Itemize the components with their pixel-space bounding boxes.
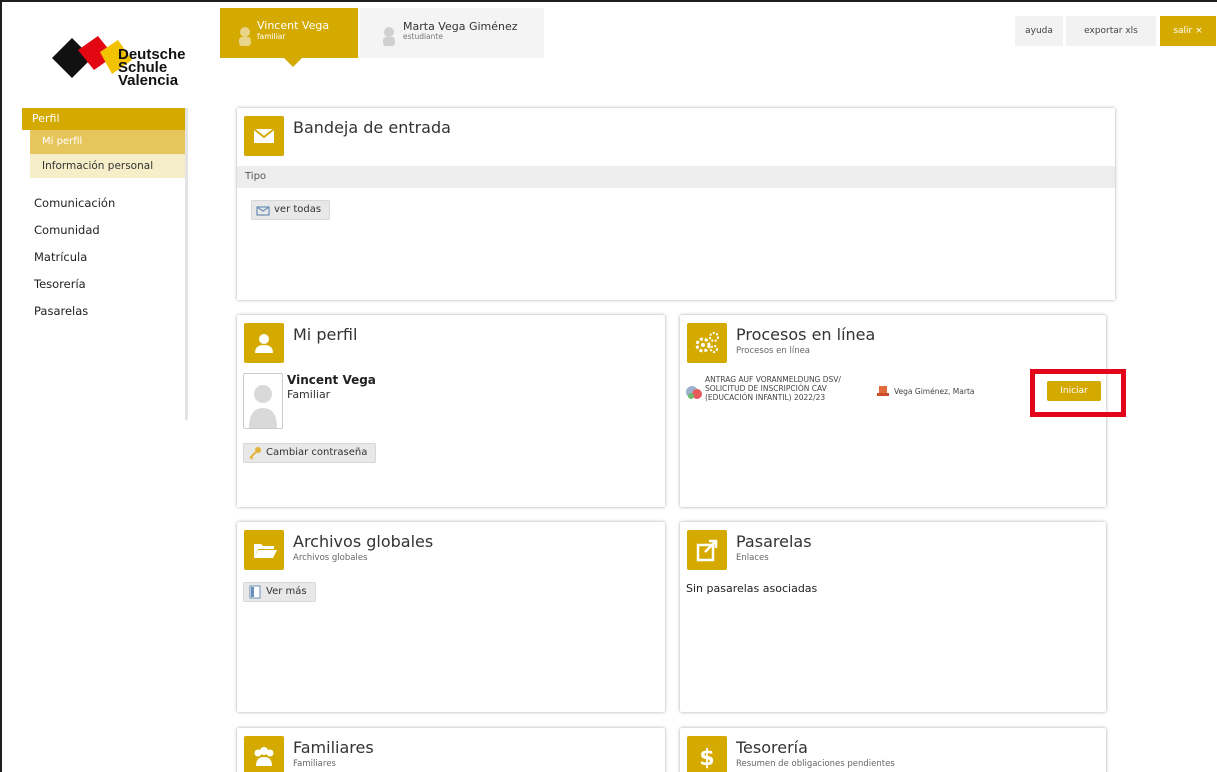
sidebar: Perfil Mi perfil Información personal Co… bbox=[22, 108, 188, 420]
users-icon bbox=[244, 736, 284, 772]
mailbox-icon bbox=[256, 206, 270, 216]
user-avatar-icon bbox=[383, 27, 395, 46]
document-icon bbox=[249, 585, 261, 599]
gateways-panel: Pasarelas Enlaces Sin pasarelas asociada… bbox=[680, 522, 1106, 712]
help-button[interactable]: ayuda bbox=[1015, 16, 1063, 46]
tab-user-role: estudiante bbox=[403, 32, 443, 41]
process-title[interactable]: ANTRAG AUF VORANMELDUNG DSV/ SOLICITUD D… bbox=[705, 375, 870, 402]
inbox-type-column: Tipo bbox=[237, 166, 1115, 188]
panel-subtitle: Enlaces bbox=[736, 553, 769, 563]
my-profile-panel: Mi perfil Vincent Vega Familiar Cambiar … bbox=[237, 315, 665, 507]
sidebar-item-pasarelas[interactable]: Pasarelas bbox=[22, 298, 185, 325]
student-icon bbox=[877, 386, 889, 396]
view-more-button[interactable]: Ver más bbox=[243, 582, 316, 602]
panel-subtitle: Familiares bbox=[293, 759, 336, 769]
folder-open-icon bbox=[244, 530, 284, 570]
profile-role: Familiar bbox=[287, 388, 331, 401]
envelope-icon bbox=[244, 116, 284, 156]
logout-button[interactable]: salir × bbox=[1160, 16, 1216, 46]
no-gateways-text: Sin pasarelas asociadas bbox=[686, 582, 818, 595]
sidebar-item-comunicacion[interactable]: Comunicación bbox=[22, 190, 185, 217]
process-icon bbox=[686, 386, 702, 399]
highlight-box bbox=[1030, 369, 1126, 417]
tab-user-role: familiar bbox=[257, 32, 286, 41]
sidebar-item-mi-perfil[interactable]: Mi perfil bbox=[30, 130, 185, 154]
active-tab-pointer bbox=[284, 58, 302, 67]
process-student: Vega Giménez, Marta bbox=[894, 387, 975, 396]
svg-text:$: $ bbox=[699, 746, 714, 771]
export-xls-button[interactable]: exportar xls bbox=[1066, 16, 1156, 46]
sidebar-item-tesoreria[interactable]: Tesorería bbox=[22, 271, 185, 298]
panel-title: Mi perfil bbox=[293, 325, 358, 344]
panel-subtitle: Archivos globales bbox=[293, 553, 368, 563]
inbox-panel: Bandeja de entrada Tipo ver todas bbox=[237, 108, 1115, 300]
sidebar-item-comunidad[interactable]: Comunidad bbox=[22, 217, 185, 244]
user-avatar-icon bbox=[239, 27, 251, 46]
panel-title: Tesorería bbox=[736, 738, 808, 757]
tab-vincent-vega[interactable]: Vincent Vega familiar bbox=[220, 8, 358, 67]
treasury-panel: $ Tesorería Resumen de obligaciones pend… bbox=[680, 728, 1106, 772]
tab-marta-vega[interactable]: Marta Vega Giménez estudiante bbox=[360, 8, 544, 58]
sidebar-header-perfil[interactable]: Perfil bbox=[22, 108, 185, 130]
sidebar-item-matricula[interactable]: Matrícula bbox=[22, 244, 185, 271]
external-link-icon bbox=[687, 530, 727, 570]
profile-photo bbox=[243, 373, 283, 429]
panel-subtitle: Procesos en línea bbox=[736, 346, 811, 356]
user-icon bbox=[244, 323, 284, 363]
online-processes-panel: Procesos en línea Procesos en línea ANTR… bbox=[680, 315, 1126, 507]
gears-icon bbox=[687, 323, 727, 363]
family-panel: Familiares Familiares bbox=[237, 728, 665, 772]
logo-text: Deutsche Schule Valencia bbox=[118, 46, 186, 89]
panel-title: Bandeja de entrada bbox=[293, 118, 451, 137]
panel-title: Familiares bbox=[293, 738, 374, 757]
key-icon bbox=[249, 447, 261, 460]
profile-name: Vincent Vega bbox=[287, 373, 376, 387]
change-password-button[interactable]: Cambiar contraseña bbox=[243, 443, 377, 463]
tab-user-name: Vincent Vega bbox=[257, 19, 330, 32]
panel-title: Procesos en línea bbox=[736, 325, 876, 344]
panel-title: Pasarelas bbox=[736, 532, 812, 551]
dollar-icon: $ bbox=[687, 736, 727, 772]
sidebar-item-informacion-personal[interactable]: Información personal bbox=[30, 154, 185, 178]
panel-title: Archivos globales bbox=[293, 532, 434, 551]
global-files-panel: Archivos globales Archivos globales Ver … bbox=[237, 522, 665, 712]
panel-subtitle: Resumen de obligaciones pendientes bbox=[736, 759, 895, 769]
view-all-button[interactable]: ver todas bbox=[251, 200, 331, 220]
